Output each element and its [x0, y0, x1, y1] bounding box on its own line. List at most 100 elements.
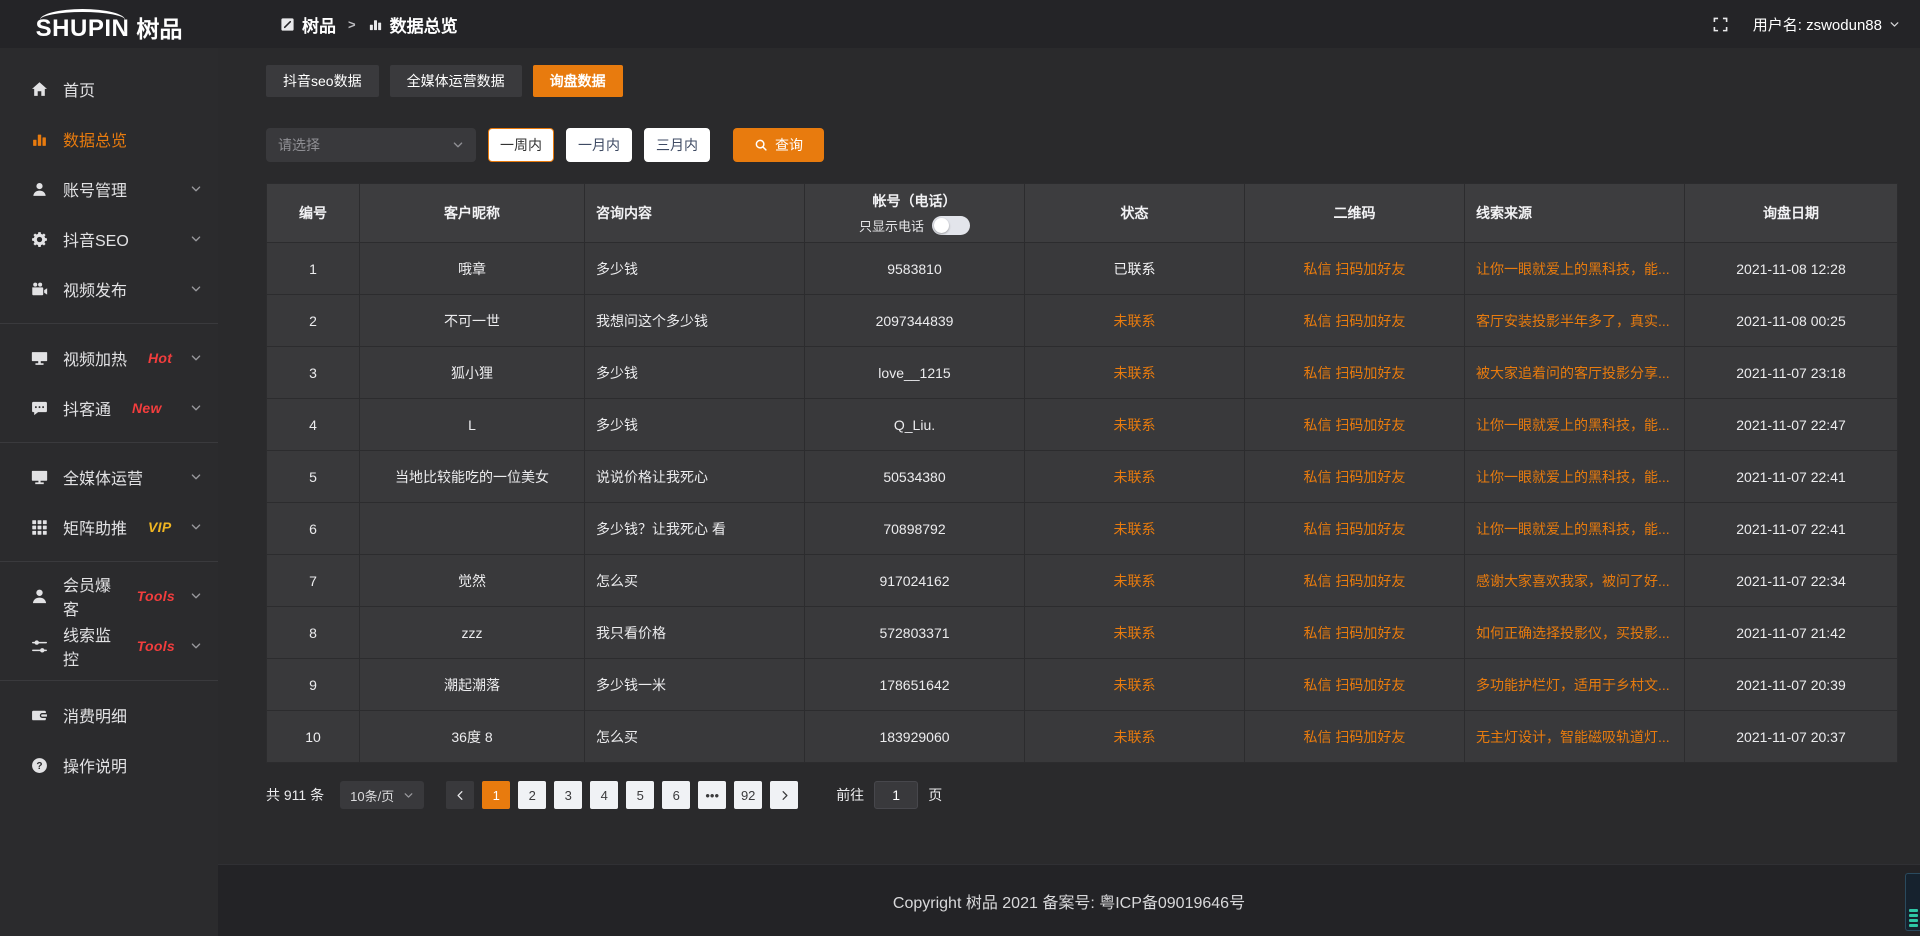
sidebar-item-clue-monitor[interactable]: 线索监控Tools	[0, 621, 218, 671]
page-button-5[interactable]: 5	[626, 781, 654, 809]
cell-no: 5	[267, 451, 360, 503]
goto-label: 前往	[836, 785, 864, 805]
page-button-4[interactable]: 4	[590, 781, 618, 809]
breadcrumb-separator: >	[348, 17, 356, 32]
cell-qrcode[interactable]: 私信 扫码加好友	[1245, 503, 1465, 555]
video-icon	[30, 280, 48, 298]
prev-page-button[interactable]	[446, 781, 474, 809]
cell-no: 8	[267, 607, 360, 659]
sidebar-item-label: 视频发布	[63, 277, 127, 301]
user-icon	[30, 180, 48, 198]
breadcrumb-item-data-overview[interactable]: 数据总览	[368, 12, 458, 37]
floating-widget[interactable]	[1905, 873, 1920, 931]
cell-qrcode[interactable]: 私信 扫码加好友	[1245, 451, 1465, 503]
column-header-qrcode: 二维码	[1245, 184, 1465, 243]
tab-douyin-seo-data[interactable]: 抖音seo数据	[266, 65, 379, 97]
cell-source[interactable]: 让你一眼就爱上的黑科技，能...	[1465, 451, 1685, 503]
sidebar-item-label: 抖音SEO	[63, 227, 129, 251]
phone-only-row: 只显示电话	[859, 216, 970, 235]
page-button-6[interactable]: 6	[662, 781, 690, 809]
cell-qrcode[interactable]: 私信 扫码加好友	[1245, 555, 1465, 607]
table-row: 8zzz我只看价格572803371未联系私信 扫码加好友如何正确选择投影仪，买…	[267, 607, 1897, 659]
doc-icon	[280, 17, 295, 32]
copyright-text: Copyright 树品 2021 备案号: 粤ICP备09019646号	[893, 889, 1245, 913]
cell-qrcode[interactable]: 私信 扫码加好友	[1245, 399, 1465, 451]
cell-qrcode[interactable]: 私信 扫码加好友	[1245, 607, 1465, 659]
chevron-down-icon	[190, 590, 202, 602]
data-tabs: 抖音seo数据全媒体运营数据询盘数据	[266, 65, 1898, 97]
page-button-92[interactable]: 92	[734, 781, 762, 809]
chevron-down-icon	[452, 139, 464, 151]
cell-source[interactable]: 被大家追着问的客厅投影分享...	[1465, 347, 1685, 399]
phone-only-toggle[interactable]	[932, 216, 970, 235]
sidebar-item-media-operation[interactable]: 全媒体运营	[0, 452, 218, 502]
goto-page-input[interactable]	[874, 781, 918, 809]
range-button-one-month[interactable]: 一月内	[566, 128, 632, 162]
cell-content: 多少钱	[585, 399, 805, 451]
table-row: 3狐小狸多少钱love__1215未联系私信 扫码加好友被大家追着问的客厅投影分…	[267, 347, 1897, 399]
cell-nickname: 潮起潮落	[360, 659, 585, 711]
cell-source[interactable]: 让你一眼就爱上的黑科技，能...	[1465, 399, 1685, 451]
sidebar-item-douyin-seo[interactable]: 抖音SEO	[0, 214, 218, 264]
cell-no: 6	[267, 503, 360, 555]
sidebar-item-consume-detail[interactable]: 消费明细	[0, 690, 218, 740]
sidebar-item-label: 操作说明	[63, 753, 127, 777]
sidebar-item-douketong[interactable]: 抖客通New	[0, 383, 218, 433]
content: 抖音seo数据全媒体运营数据询盘数据 请选择 一周内一月内三月内 查询 编号客户…	[218, 48, 1920, 809]
cell-source[interactable]: 感谢大家喜欢我家，被问了好...	[1465, 555, 1685, 607]
cell-status: 未联系	[1025, 295, 1245, 347]
cell-date: 2021-11-07 20:37	[1685, 711, 1897, 763]
next-page-button[interactable]	[770, 781, 798, 809]
cell-content: 多少钱一米	[585, 659, 805, 711]
query-button[interactable]: 查询	[733, 128, 824, 162]
cell-source[interactable]: 如何正确选择投影仪，买投影...	[1465, 607, 1685, 659]
cell-source[interactable]: 多功能护栏灯，适用于乡村文...	[1465, 659, 1685, 711]
cell-status: 未联系	[1025, 555, 1245, 607]
page-button-2[interactable]: 2	[518, 781, 546, 809]
cell-source[interactable]: 让你一眼就爱上的黑科技，能...	[1465, 503, 1685, 555]
range-button-one-week[interactable]: 一周内	[488, 128, 554, 162]
sidebar-item-video-publish[interactable]: 视频发布	[0, 264, 218, 314]
sidebar-item-member-baoke[interactable]: 会员爆客Tools	[0, 571, 218, 621]
sidebar-item-home[interactable]: 首页	[0, 64, 218, 114]
tab-media-operation-data[interactable]: 全媒体运营数据	[390, 65, 522, 97]
page-size-select[interactable]: 10条/页	[340, 781, 424, 809]
sidebar-item-video-heat[interactable]: 视频加热Hot	[0, 333, 218, 383]
chat-icon	[30, 399, 48, 417]
phone-only-label: 只显示电话	[859, 216, 924, 235]
breadcrumb-item-shupin[interactable]: 树品	[280, 12, 336, 37]
sidebar-item-label: 账号管理	[63, 177, 127, 201]
table-row: 4L多少钱Q_Liu.未联系私信 扫码加好友让你一眼就爱上的黑科技，能...20…	[267, 399, 1897, 451]
tab-inquiry-data[interactable]: 询盘数据	[533, 65, 623, 97]
sidebar-item-account-manage[interactable]: 账号管理	[0, 164, 218, 214]
sidebar: 首页数据总览账号管理抖音SEO 视频发布视频加热Hot抖客通New 全媒体运营矩阵助…	[0, 48, 218, 936]
cell-content: 怎么买	[585, 555, 805, 607]
sidebar-divider	[0, 442, 218, 443]
chevron-down-icon	[190, 283, 202, 295]
cell-qrcode[interactable]: 私信 扫码加好友	[1245, 295, 1465, 347]
cell-account: 70898792	[805, 503, 1025, 555]
app-logo: SHUPIN 树品	[0, 4, 218, 44]
cell-source[interactable]: 让你一眼就爱上的黑科技，能...	[1465, 243, 1685, 295]
sidebar-divider	[0, 323, 218, 324]
sidebar-item-matrix-boost[interactable]: 矩阵助推VIP	[0, 502, 218, 552]
query-button-label: 查询	[775, 135, 803, 155]
cell-source[interactable]: 客厅安装投影半年多了，真实...	[1465, 295, 1685, 347]
cell-qrcode[interactable]: 私信 扫码加好友	[1245, 347, 1465, 399]
cell-qrcode[interactable]: 私信 扫码加好友	[1245, 711, 1465, 763]
sidebar-item-operation-guide[interactable]: ?操作说明	[0, 740, 218, 790]
page-button-3[interactable]: 3	[554, 781, 582, 809]
cell-account: 178651642	[805, 659, 1025, 711]
filter-select[interactable]: 请选择	[266, 128, 476, 162]
cell-source[interactable]: 无主灯设计，智能磁吸轨道灯...	[1465, 711, 1685, 763]
pagination: 共 911 条 10条/页 123456•••92 前往 页	[266, 781, 1898, 809]
sidebar-item-data-overview[interactable]: 数据总览	[0, 114, 218, 164]
range-button-three-month[interactable]: 三月内	[644, 128, 710, 162]
user-menu[interactable]: 用户名: zswodun88	[1753, 14, 1900, 35]
page-button-1[interactable]: 1	[482, 781, 510, 809]
fullscreen-icon[interactable]	[1712, 16, 1729, 33]
pagination-ellipsis[interactable]: •••	[698, 781, 726, 809]
sidebar-item-badge: Hot	[148, 350, 172, 366]
cell-qrcode[interactable]: 私信 扫码加好友	[1245, 243, 1465, 295]
cell-qrcode[interactable]: 私信 扫码加好友	[1245, 659, 1465, 711]
